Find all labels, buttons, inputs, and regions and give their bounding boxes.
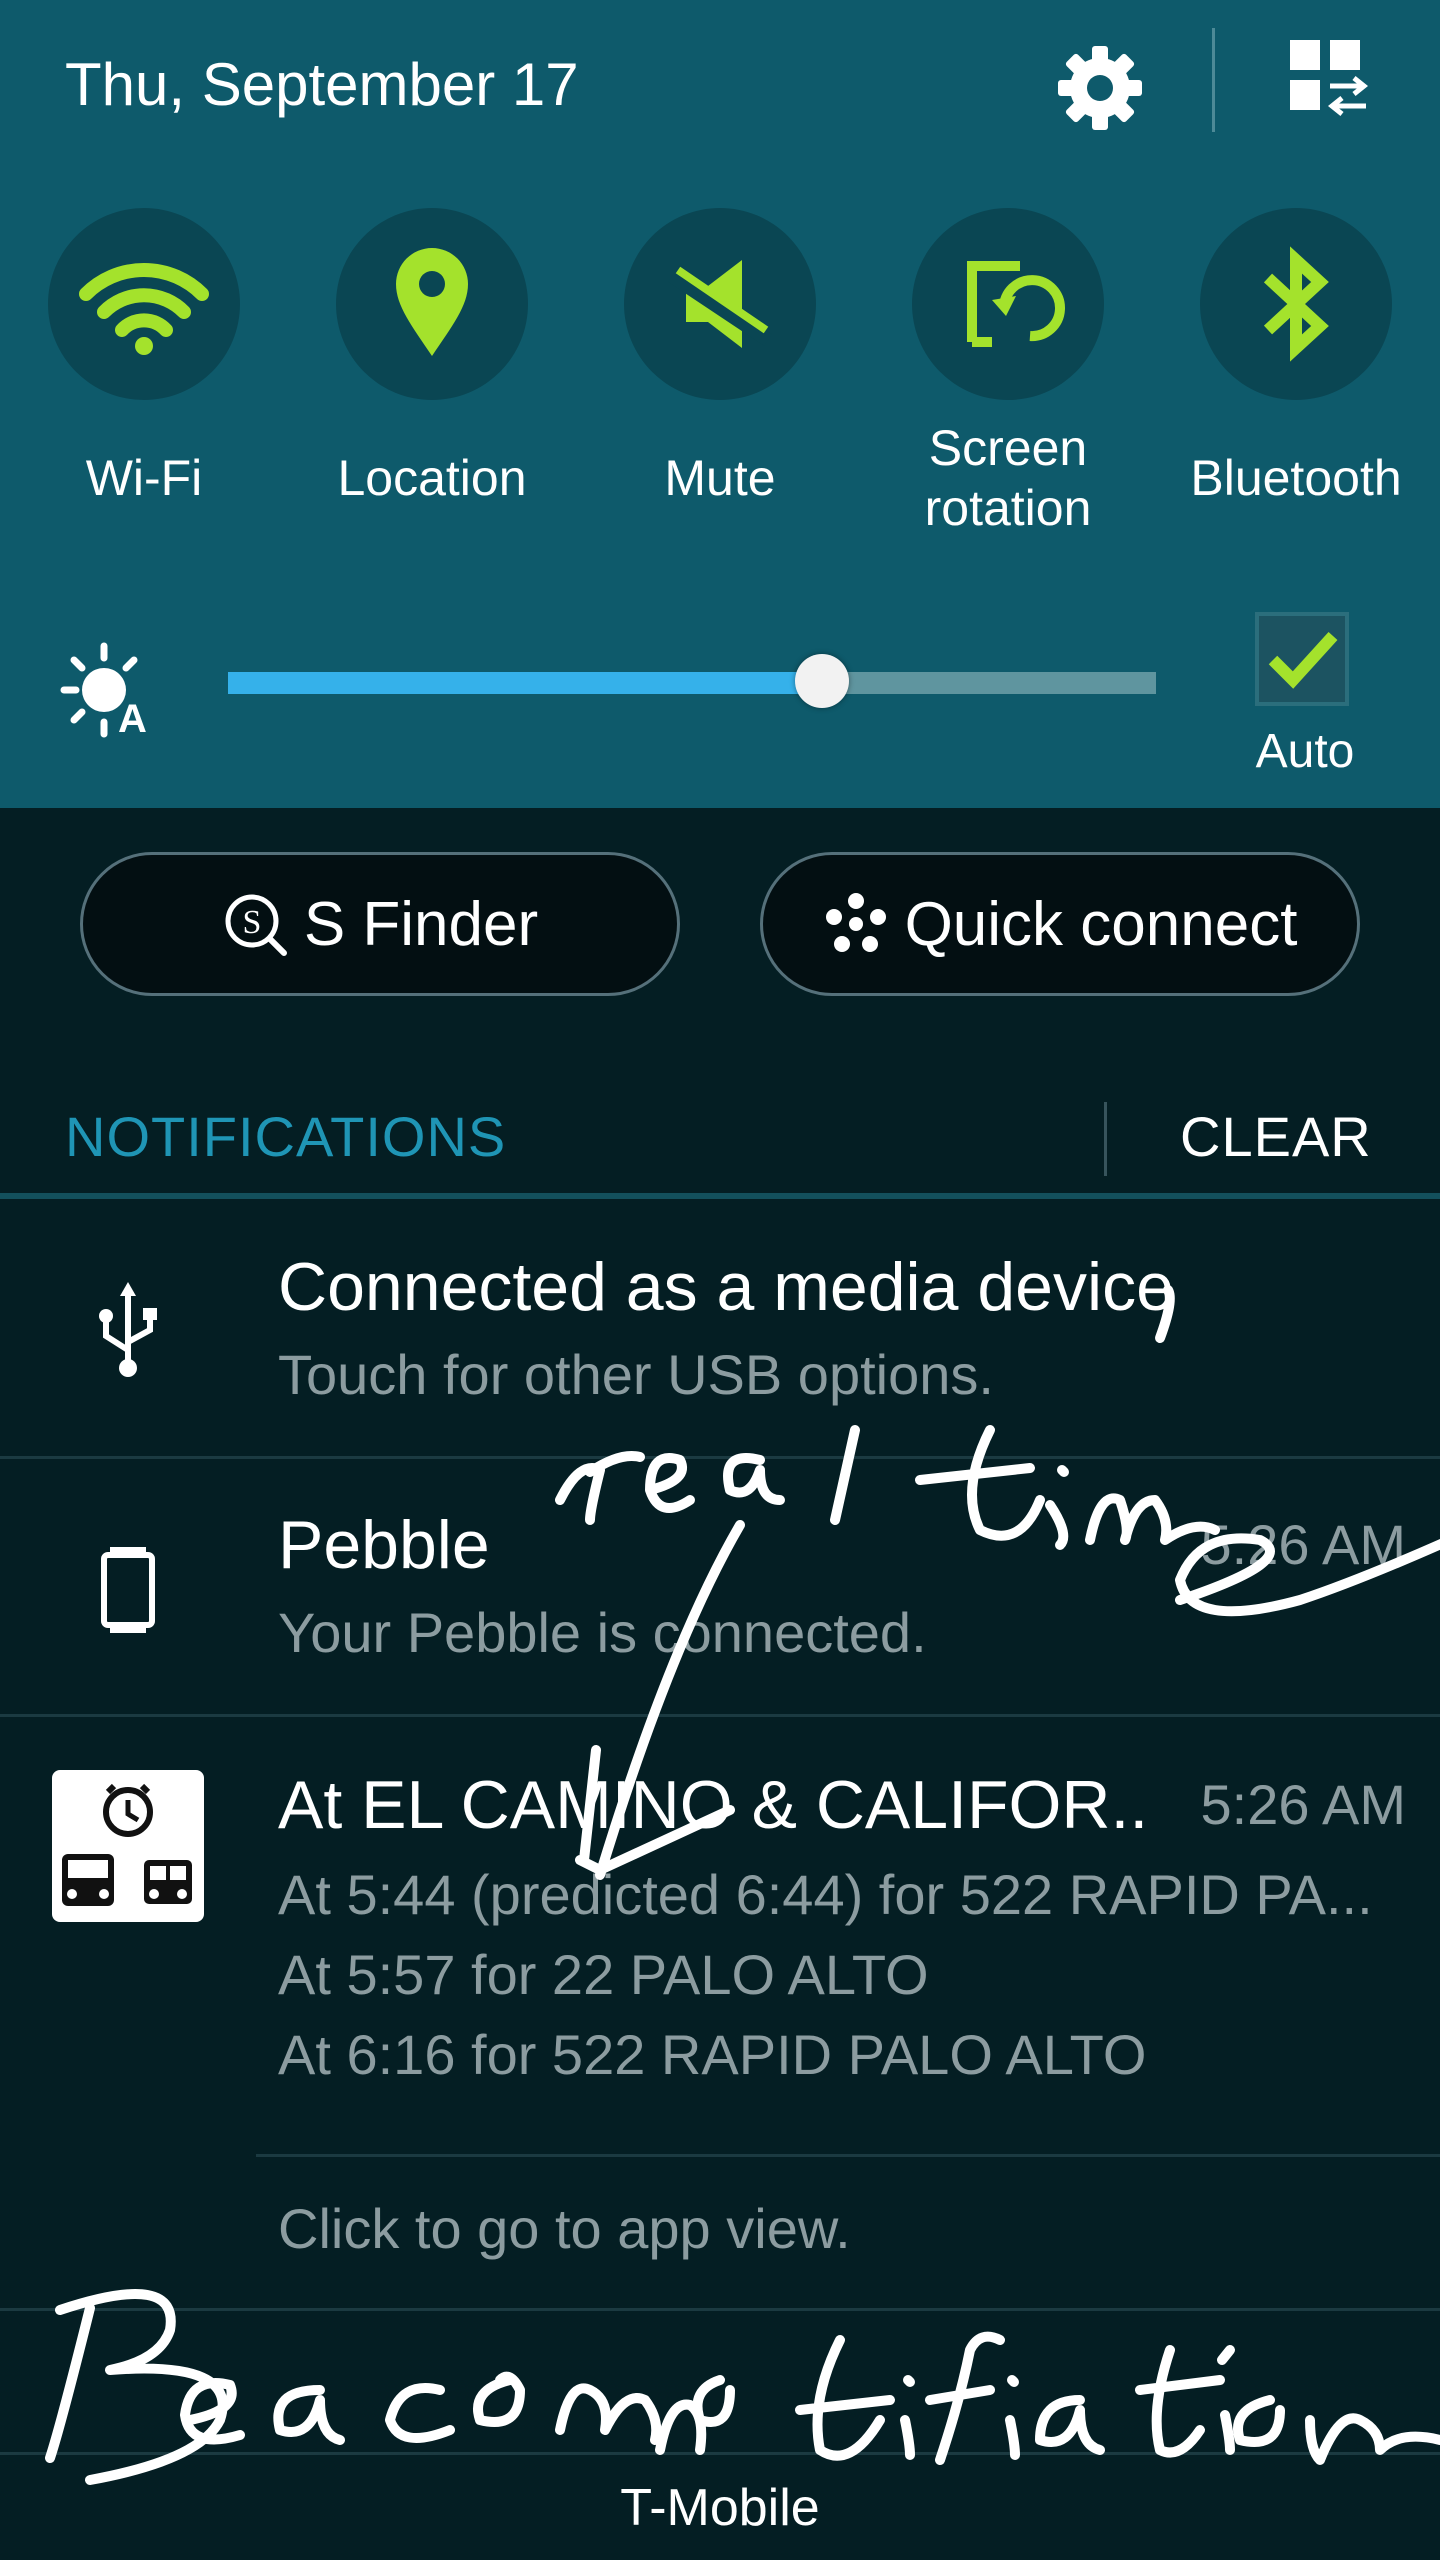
ink-r [555,1451,645,1525]
ink-i4 [1217,2345,1235,2455]
ink-e3 [180,2378,245,2445]
ink-n [555,2383,662,2445]
notification-subtitle: Your Pebble is connected. [278,1601,927,1664]
mute-icon [668,260,772,348]
date-label: Thu, September 17 [65,51,579,118]
header-divider [1212,28,1215,132]
ink-i2 [900,2375,915,2460]
ink-a [723,1453,785,1505]
usb-icon [99,1282,157,1377]
quick-connect-label: Quick connect [904,889,1298,959]
tile-label-wifi: Wi-Fi [85,450,203,506]
app-view-link[interactable]: Click to go to app view. [278,2196,851,2261]
ink-e [645,1453,695,1513]
checkmark-icon [1268,631,1338,689]
ink-i3 [1005,2375,1020,2460]
clear-button[interactable]: CLEAR [1180,1104,1372,1169]
gear-icon[interactable] [1050,38,1150,138]
location-pin-icon [396,248,468,356]
grid-edit-icon[interactable] [1278,36,1378,126]
ink-t3 [1135,2345,1225,2458]
notification-line: At 5:57 for 22 PALO ALTO [278,1943,929,2006]
notification-line: At 6:16 for 522 RAPID PALO ALTO [278,2023,1147,2086]
quick-settings-panel: Thu, September 17 Wi-Fi Location Mute Sc… [0,0,1440,808]
brightness-fill [228,672,822,694]
notification-title: Connected as a media device [278,1249,1174,1325]
ink-m [1085,1493,1220,1545]
tile-label-location: Location [337,450,527,506]
mute-toggle[interactable] [624,208,816,400]
quick-connect-button[interactable]: Quick connect [760,852,1360,996]
svg-text:S: S [242,904,261,941]
carrier-divider [0,2452,1440,2455]
brightness-slider[interactable] [228,654,1156,708]
ink-a3 [1035,2395,1105,2455]
notification-title: Pebble [278,1507,490,1583]
screen-rotation-toggle[interactable] [912,208,1104,400]
notification-time: 5:26 AM [1200,1773,1406,1836]
ink-l [830,1425,860,1525]
quick-connect-icon [825,893,886,952]
bluetooth-icon [1263,246,1329,362]
auto-brightness-icon: A [60,642,147,740]
bluetooth-toggle[interactable] [1200,208,1392,400]
auto-brightness-checkbox[interactable] [1255,612,1349,706]
notification-divider [0,1714,1440,1717]
header-separator [1104,1102,1107,1176]
ink-c [385,2383,455,2443]
ink-a2 [273,2385,345,2445]
s-finder-icon: S [225,894,287,956]
smartwatch-icon [101,1547,155,1633]
ink-i [1045,1465,1069,1550]
wifi-toggle[interactable] [48,208,240,400]
ink-o [473,2371,525,2427]
s-finder-label: S Finder [303,889,539,959]
brightness-thumb[interactable] [794,654,849,708]
notification-line: At 5:44 (predicted 6:44) for 522 RAPID P… [278,1863,1373,1926]
s-finder-button[interactable]: S S Finder [80,852,680,996]
notification-time: 5:26 AM [1200,1513,1406,1576]
ink-no [655,2375,735,2455]
ink-o2 [1233,2395,1285,2447]
location-toggle[interactable] [336,208,528,400]
ink-t2 [795,2335,895,2461]
ink-t [915,1425,1045,1541]
notification-divider [0,1456,1440,1459]
notification-title: At EL CAMINO & CALIFOR.. [278,1767,1149,1843]
svg-text:A: A [118,697,147,740]
carrier-label: T-Mobile [620,2479,820,2537]
tile-label-bluetooth: Bluetooth [1190,450,1402,506]
notification-divider [256,2154,1440,2157]
notification-subtitle: Touch for other USB options. [278,1343,994,1406]
screen-rotation-icon [967,261,1065,347]
tile-label-mute: Mute [664,450,776,506]
ink-f [925,2331,1005,2465]
wifi-icon [79,262,209,355]
notifications-underline [0,1193,1440,1199]
auto-brightness-label: Auto [1255,725,1355,778]
notification-divider [0,2308,1440,2311]
tile-label-screen-rotation: Screen rotation [924,420,1092,536]
bus-alarm-icon [52,1770,204,1922]
notifications-header: NOTIFICATIONS [65,1105,507,1168]
